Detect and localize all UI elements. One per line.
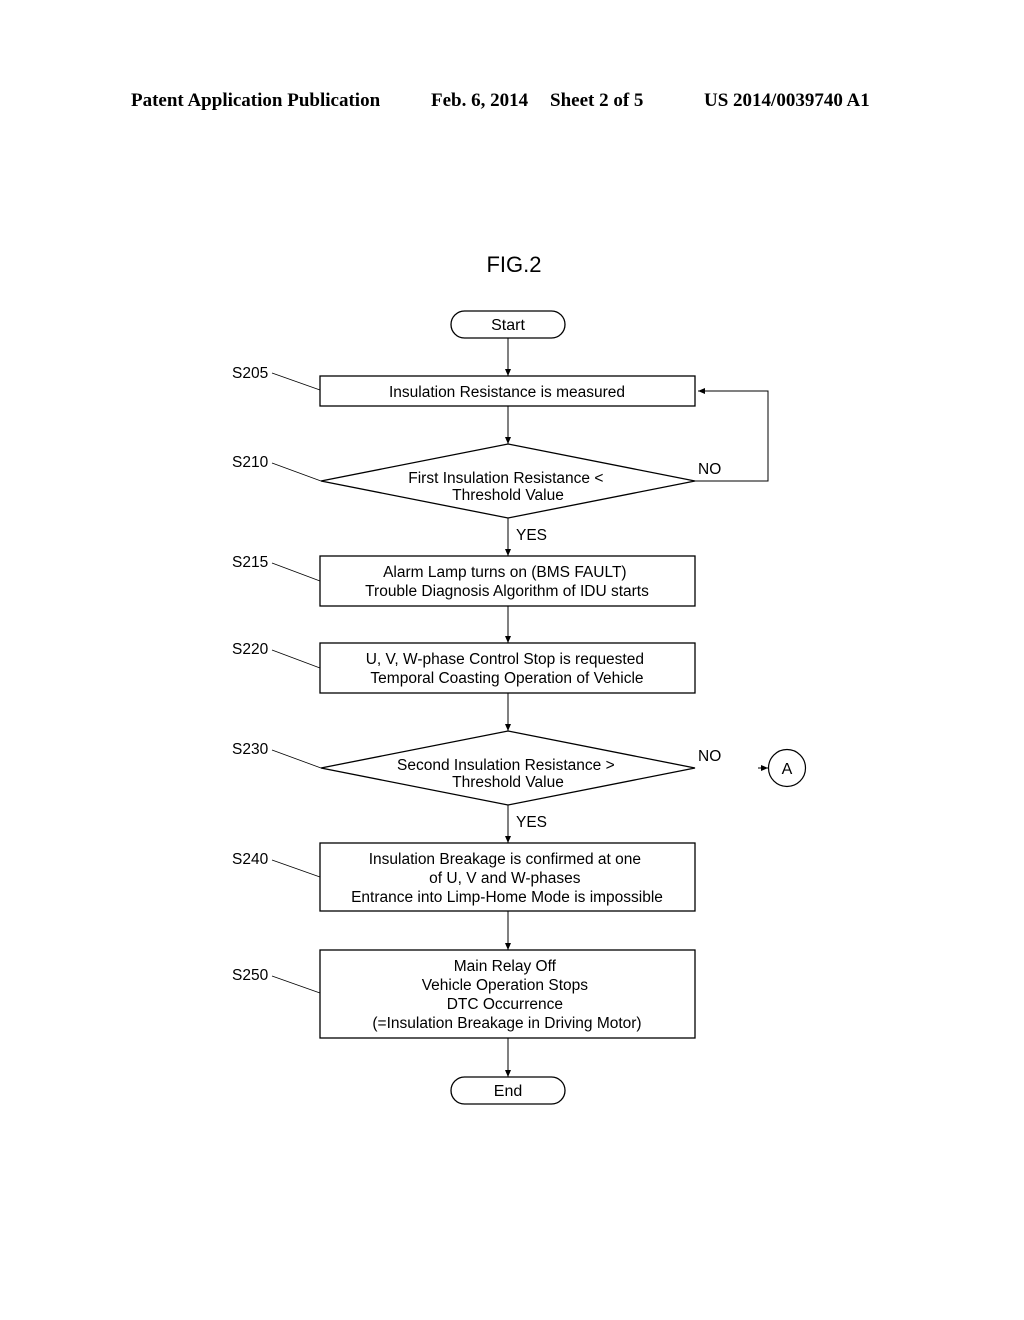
step-s215-ref: S215 [232,554,268,571]
step-s205-leader [271,372,321,391]
step-s230-ref: S230 [232,741,269,758]
step-s210-yes-label: YES [516,527,547,544]
step-s205-text: Insulation Resistance is measured [389,384,625,401]
step-s210-ref: S210 [232,454,269,471]
step-s205-ref: S205 [232,365,268,382]
step-s240-leader [271,859,321,878]
step-s250-leader [271,975,321,994]
step-s210-no-label: NO [698,461,721,478]
flowchart: FIG.2 Start Insulation Resistance is mea… [232,252,807,1105]
figure-title: FIG.2 [486,252,541,277]
step-s215-leader [271,562,321,582]
step-s250-ref: S250 [232,967,269,984]
step-s230-no-label: NO [698,748,721,765]
step-s220-leader [271,649,321,669]
step-s220-ref: S220 [232,641,269,658]
end-label: End [494,1083,522,1100]
connector-a-label: A [782,761,793,778]
start-label: Start [491,317,525,334]
step-s240-ref: S240 [232,851,269,868]
step-s230-yes-label: YES [516,814,547,831]
step-s230-leader [271,749,322,769]
step-s210-leader [271,462,322,482]
